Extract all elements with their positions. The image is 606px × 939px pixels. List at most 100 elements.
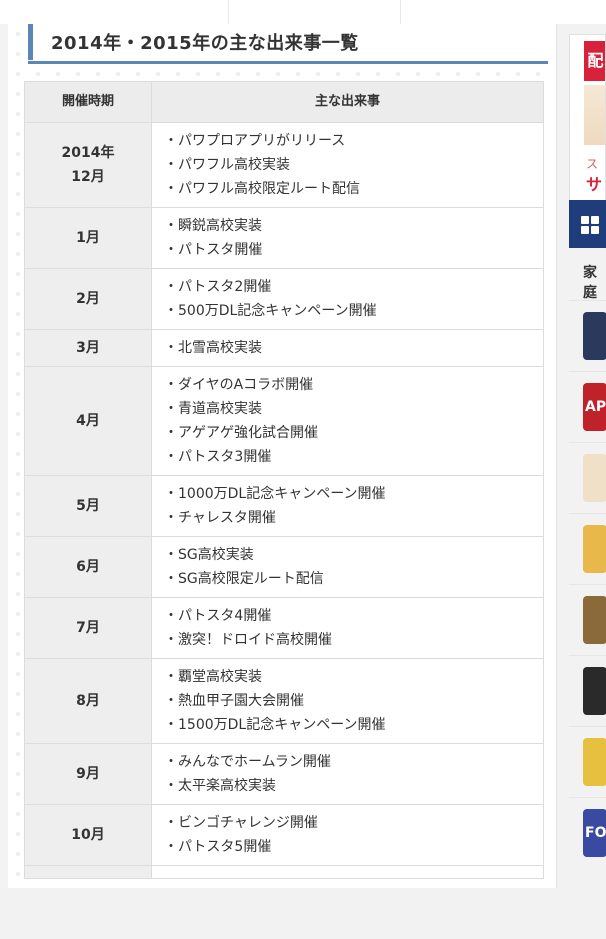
event-item: ・パワプロアプリがリリース xyxy=(164,133,346,149)
event-item: ・ダイヤのAコラボ開催 xyxy=(164,377,314,393)
table-row: 8月 ・覇堂高校実装・熱血甲子園大会開催・1500万DL記念キャンペーン開催 xyxy=(24,658,544,744)
period-text: 1月 xyxy=(76,230,100,246)
events-cell: ・ダイヤのAコラボ開催 ・青道高校実装・アゲアゲ強化試合開催 ・パトスタ3開催 xyxy=(151,366,544,476)
table-row: 6月 ・SG高校実装・SG高校限定ルート配信 xyxy=(24,536,544,598)
period-text: 10月 xyxy=(71,827,105,843)
period-cell: 3月 xyxy=(24,329,152,367)
period-cell: 9月 xyxy=(24,743,152,805)
column-header-events: 主な出来事 xyxy=(151,81,544,123)
top-bar-divider xyxy=(228,0,229,24)
event-item: ・パトスタ開催 xyxy=(164,242,263,258)
event-item: ・SG高校実装 xyxy=(164,547,254,563)
table-row: 10月 ・ビンゴチャレンジ開催 ・パトスタ5開催 xyxy=(24,804,544,866)
sidebar-divider xyxy=(569,797,606,798)
event-item: ・500万DL記念キャンペーン開催 xyxy=(164,303,377,319)
period-cell: 10月 xyxy=(24,804,152,866)
event-item: ・1000万DL記念キャンペーン開催 xyxy=(164,486,386,502)
events-cell: ・SG高校実装・SG高校限定ルート配信 xyxy=(151,536,544,598)
period-text: 2014年 xyxy=(61,145,115,161)
period-cell xyxy=(24,865,152,879)
events-cell: ・瞬鋭高校実装 ・パトスタ開催 xyxy=(151,207,544,269)
banner-image xyxy=(584,85,605,145)
events-cell: ・1000万DL記念キャンペーン開催 ・チャレスタ開催 xyxy=(151,475,544,537)
event-item: ・アゲアゲ強化試合開催 xyxy=(164,425,318,441)
section-heading: 2014年・2015年の主な出来事一覧 xyxy=(28,24,548,64)
sidebar-divider xyxy=(569,726,606,727)
sidebar-game-thumbnail[interactable] xyxy=(583,596,606,644)
period-cell: 8月 xyxy=(24,658,152,744)
event-item: ・青道高校実装 xyxy=(164,401,262,417)
sidebar-divider xyxy=(569,584,606,585)
banner-text: ス xyxy=(586,157,599,171)
table-row: 7月 ・パトスタ4開催・激突！ドロイド高校開催 xyxy=(24,597,544,659)
sidebar-section-label: 家庭 xyxy=(583,265,597,301)
page-gutter xyxy=(0,24,8,888)
period-cell: 1月 xyxy=(24,207,152,269)
section-title: 2014年・2015年の主な出来事一覧 xyxy=(51,33,359,54)
period-cell: 5月 xyxy=(24,475,152,537)
period-text: 6月 xyxy=(76,559,100,575)
event-item: ・チャレスタ開催 xyxy=(164,510,276,526)
period-text: 9月 xyxy=(76,766,100,782)
table-row: 3月 ・北雪高校実装 xyxy=(24,329,544,367)
period-text: 12月 xyxy=(71,169,105,185)
table-row: 5月 ・1000万DL記念キャンペーン開催 ・チャレスタ開催 xyxy=(24,475,544,537)
sidebar-divider xyxy=(569,300,606,301)
sidebar-game-thumbnail[interactable]: FOR xyxy=(583,809,606,857)
events-cell: ・パワプロアプリがリリース ・パワフル高校実装 ・パワフル高校限定ルート配信 xyxy=(151,122,544,208)
period-text: 8月 xyxy=(76,693,100,709)
period-cell: 7月 xyxy=(24,597,152,659)
column-header-period: 開催時期 xyxy=(24,81,152,123)
sidebar-game-thumbnail[interactable] xyxy=(583,738,606,786)
events-cell xyxy=(151,865,544,879)
event-item: ・北雪高校実装 xyxy=(164,340,262,356)
event-item: ・SG高校限定ルート配信 xyxy=(164,571,324,587)
sidebar-game-thumbnail[interactable] xyxy=(583,312,606,360)
period-text: 7月 xyxy=(76,620,100,636)
event-item: ・1500万DL記念キャンペーン開催 xyxy=(164,717,386,733)
event-item: ・覇堂高校実装 xyxy=(164,669,262,685)
banner-label: 配 xyxy=(584,41,605,81)
sidebar-nav-button[interactable] xyxy=(569,200,606,248)
event-item: ・激突！ドロイド高校開催 xyxy=(164,632,332,648)
period-cell: 2月 xyxy=(24,268,152,330)
period-cell: 4月 xyxy=(24,366,152,476)
event-item: ・パトスタ4開催 xyxy=(164,608,272,624)
sidebar-divider xyxy=(569,442,606,443)
events-cell: ・パトスタ4開催・激突！ドロイド高校開催 xyxy=(151,597,544,659)
events-cell: ・パトスタ2開催・500万DL記念キャンペーン開催 xyxy=(151,268,544,330)
event-item: ・太平楽高校実装 xyxy=(164,778,276,794)
sidebar-divider xyxy=(569,655,606,656)
table-row xyxy=(24,865,544,879)
table-row: 2月 ・パトスタ2開催・500万DL記念キャンペーン開催 xyxy=(24,268,544,330)
events-cell: ・ビンゴチャレンジ開催 ・パトスタ5開催 xyxy=(151,804,544,866)
grid-icon xyxy=(581,216,601,236)
event-item: ・パトスタ2開催 xyxy=(164,279,272,295)
table-header-row: 開催時期 主な出来事 xyxy=(24,81,544,123)
period-cell: 2014年 12月 xyxy=(24,122,152,208)
period-text: 2月 xyxy=(76,291,100,307)
events-cell: ・覇堂高校実装・熱血甲子園大会開催・1500万DL記念キャンペーン開催 xyxy=(151,658,544,744)
table-row: 4月 ・ダイヤのAコラボ開催 ・青道高校実装・アゲアゲ強化試合開催 ・パトスタ3開催 xyxy=(24,366,544,476)
event-item: ・熱血甲子園大会開催 xyxy=(164,693,304,709)
top-bar-divider xyxy=(400,0,401,24)
banner-text: サ xyxy=(586,175,603,194)
event-item: ・パワフル高校限定ルート配信 xyxy=(164,181,360,197)
table-row: 1月 ・瞬鋭高校実装 ・パトスタ開催 xyxy=(24,207,544,269)
sidebar-game-thumbnail[interactable] xyxy=(583,525,606,573)
sidebar-banner[interactable]: 配 ス サ xyxy=(569,34,606,210)
sidebar-game-thumbnail[interactable]: AP xyxy=(583,383,606,431)
period-text: 3月 xyxy=(76,340,100,356)
table-row: 2014年 12月 ・パワプロアプリがリリース ・パワフル高校実装 ・パワフル高校限定ル… xyxy=(24,122,544,208)
sidebar-divider xyxy=(569,513,606,514)
events-table: 開催時期 主な出来事 2014年 12月 ・パワプロアプリがリリース ・パワフル高校実… xyxy=(24,81,544,879)
event-item: ・瞬鋭高校実装 xyxy=(164,218,262,234)
sidebar-divider xyxy=(569,371,606,372)
sidebar-game-thumbnail[interactable] xyxy=(583,667,606,715)
event-item: ・パトスタ3開催 xyxy=(164,449,272,465)
period-cell: 6月 xyxy=(24,536,152,598)
event-item: ・ビンゴチャレンジ開催 xyxy=(164,815,318,831)
sidebar-game-thumbnail[interactable] xyxy=(583,454,606,502)
events-cell: ・みんなでホームラン開催 ・太平楽高校実装 xyxy=(151,743,544,805)
period-text: 4月 xyxy=(76,413,100,429)
